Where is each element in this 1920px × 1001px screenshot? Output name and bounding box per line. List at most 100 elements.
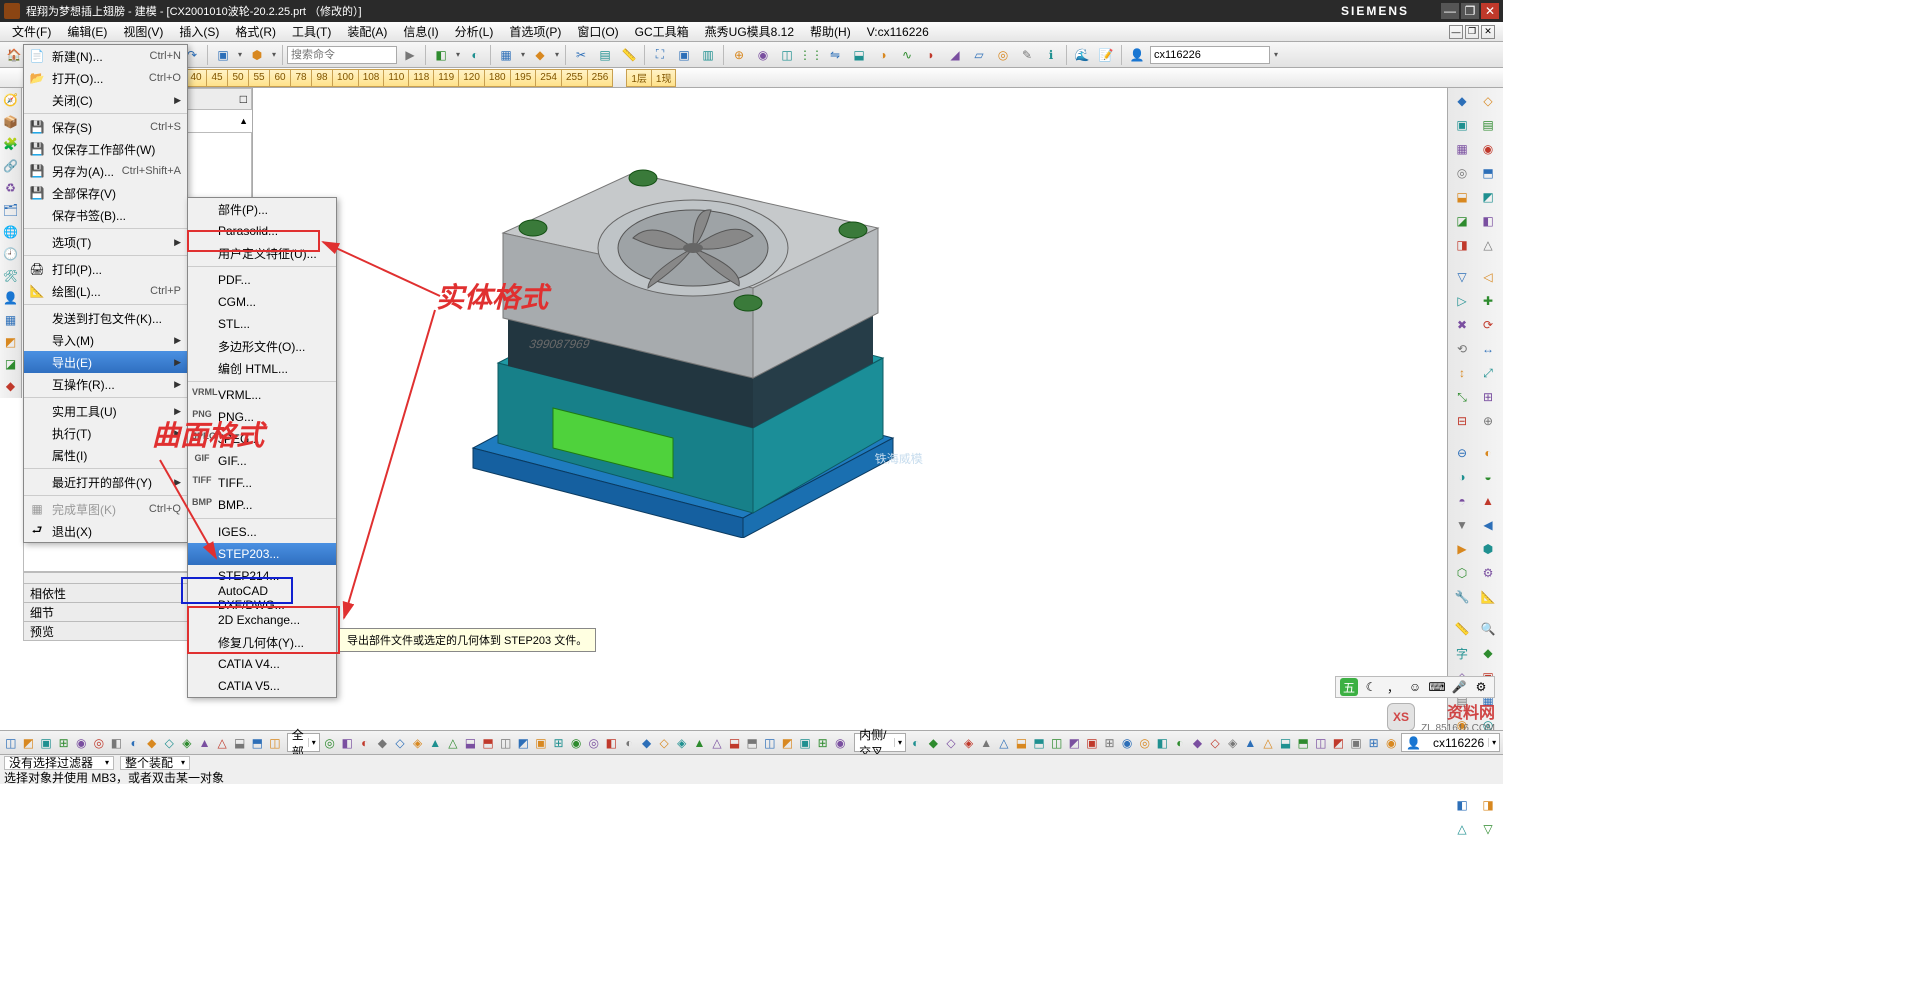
layer-button[interactable]: 40: [185, 69, 207, 87]
right-tool-icon[interactable]: ◆: [1476, 642, 1500, 664]
file-menu-item[interactable]: 📄新建(N)...Ctrl+N: [24, 45, 187, 67]
bottom-tool-icon[interactable]: ◧: [604, 733, 620, 753]
bottom-tool-icon[interactable]: ◉: [73, 733, 89, 753]
sweep-icon[interactable]: ∿: [896, 44, 918, 66]
export-menu-item[interactable]: IGES...: [188, 521, 336, 543]
export-menu-item[interactable]: CATIA V4...: [188, 653, 336, 675]
role-icon[interactable]: 👤: [1, 288, 21, 308]
bottom-tool-icon[interactable]: ◈: [1225, 733, 1241, 753]
bottom-tool-icon[interactable]: ◩: [515, 733, 531, 753]
layer-button[interactable]: 98: [311, 69, 333, 87]
right-tool-icon[interactable]: ▽: [1476, 818, 1500, 840]
bottom-tool-icon[interactable]: ▲: [197, 733, 213, 753]
box-icon[interactable]: ▣: [212, 44, 234, 66]
mdi-restore-button[interactable]: ❐: [1465, 25, 1479, 39]
layer-button[interactable]: 60: [269, 69, 291, 87]
export-menu-item[interactable]: Parasolid...: [188, 220, 336, 242]
layer-button[interactable]: 254: [535, 69, 562, 87]
bottom-tool-icon[interactable]: ▣: [38, 733, 54, 753]
menu-window[interactable]: 窗口(O): [569, 21, 626, 42]
bottom-tool-icon[interactable]: ◧: [109, 733, 125, 753]
right-tool-icon[interactable]: ⬡: [1450, 562, 1474, 584]
view-icon[interactable]: ▣: [673, 44, 695, 66]
bottom-tool-icon[interactable]: ◩: [1331, 733, 1347, 753]
ime-mic-icon[interactable]: 🎤: [1450, 678, 1468, 696]
right-tool-icon[interactable]: ◀: [1476, 514, 1500, 536]
history-icon[interactable]: 🕘: [1, 244, 21, 264]
mirror-icon[interactable]: ⇋: [824, 44, 846, 66]
file-menu-item[interactable]: 互操作(R)...▶: [24, 373, 187, 395]
bottom-tool-icon[interactable]: ◈: [674, 733, 690, 753]
bottom-tool-icon[interactable]: ◉: [568, 733, 584, 753]
bottom-tool-icon[interactable]: ◫: [1049, 733, 1065, 753]
menu-analysis[interactable]: 分析(L): [447, 21, 502, 42]
right-tool-icon[interactable]: ⟳: [1476, 314, 1500, 336]
bottom-tool-icon[interactable]: ◈: [961, 733, 977, 753]
export-menu-item[interactable]: 2D Exchange...: [188, 609, 336, 631]
bottom-tool-icon[interactable]: ◐: [1172, 733, 1188, 753]
boolean-icon[interactable]: ⊕: [728, 44, 750, 66]
draft-icon[interactable]: ▱: [968, 44, 990, 66]
layer-button[interactable]: 119: [433, 69, 459, 87]
export-menu-item[interactable]: VRMLVRML...: [188, 384, 336, 406]
bottom-tool-icon[interactable]: ◫: [498, 733, 514, 753]
bottom-tool-icon[interactable]: △: [214, 733, 230, 753]
export-menu-item[interactable]: CGM...: [188, 291, 336, 313]
snap-combo[interactable]: 内侧/交叉▾: [854, 733, 906, 752]
file-menu-item[interactable]: 💾保存(S)Ctrl+S: [24, 116, 187, 138]
layer-mode-button[interactable]: 1层: [626, 69, 652, 87]
export-menu-item[interactable]: PDF...: [188, 269, 336, 291]
right-tool-icon[interactable]: ▣: [1450, 114, 1474, 136]
export-menu-item[interactable]: STEP203...: [188, 543, 336, 565]
right-tool-icon[interactable]: △: [1450, 818, 1474, 840]
menu-tools[interactable]: 工具(T): [284, 21, 339, 42]
bottom-tool-icon[interactable]: ◎: [322, 733, 338, 753]
bottom-tool-icon[interactable]: ▣: [1084, 733, 1100, 753]
bottom-tool-icon[interactable]: △: [996, 733, 1012, 753]
bottom-tool-icon[interactable]: ⬓: [232, 733, 248, 753]
bottom-tool-icon[interactable]: ◐: [126, 733, 142, 753]
reuse-icon[interactable]: ♻: [1, 178, 21, 198]
file-menu-item[interactable]: 导出(E)▶: [24, 351, 187, 373]
layer-button[interactable]: 50: [227, 69, 249, 87]
right-tool-icon[interactable]: ▶: [1450, 538, 1474, 560]
right-tool-icon[interactable]: ◎: [1450, 162, 1474, 184]
bottom-tool-icon[interactable]: ⊞: [56, 733, 72, 753]
bottom-tool-icon[interactable]: ⊞: [1102, 733, 1118, 753]
file-menu-item[interactable]: ⮐退出(X): [24, 520, 187, 542]
info-icon[interactable]: ℹ: [1040, 44, 1062, 66]
right-tool-icon[interactable]: ⊕: [1476, 410, 1500, 432]
menu-gc[interactable]: GC工具箱: [627, 21, 697, 42]
more3-icon[interactable]: ◪: [1, 354, 21, 374]
right-tool-icon[interactable]: 📐: [1476, 586, 1500, 608]
right-tool-icon[interactable]: ⤡: [1450, 386, 1474, 408]
right-tool-icon[interactable]: ✖: [1450, 314, 1474, 336]
bottom-tool-icon[interactable]: ◎: [91, 733, 107, 753]
bottom-tool-icon[interactable]: ◆: [639, 733, 655, 753]
bottom-tool-icon[interactable]: ◇: [1207, 733, 1223, 753]
part-nav-icon[interactable]: 📦: [1, 112, 21, 132]
right-tool-icon[interactable]: 字: [1450, 642, 1474, 664]
bottom-tool-icon[interactable]: ⬒: [1031, 733, 1047, 753]
right-tool-icon[interactable]: ⬒: [1476, 162, 1500, 184]
shade-icon[interactable]: ◐: [464, 44, 486, 66]
user-field[interactable]: [1150, 46, 1270, 64]
file-menu-item[interactable]: 🖨打印(P)...: [24, 258, 187, 280]
bottom-tool-icon[interactable]: ◐: [908, 733, 924, 753]
wave-icon[interactable]: 🌊: [1071, 44, 1093, 66]
cube-icon[interactable]: ⬢: [246, 44, 268, 66]
bottom-tool-icon[interactable]: ⬓: [463, 733, 479, 753]
file-menu-item[interactable]: 📐绘图(L)...Ctrl+P: [24, 280, 187, 302]
bottom-tool-icon[interactable]: ◐: [621, 733, 637, 753]
bottom-tool-icon[interactable]: ▣: [533, 733, 549, 753]
right-tool-icon[interactable]: ◨: [1450, 234, 1474, 256]
bottom-tool-icon[interactable]: △: [709, 733, 725, 753]
ime-comma-icon[interactable]: ，: [1384, 678, 1402, 696]
solid-filter-combo[interactable]: 全部▾: [287, 733, 320, 752]
mdi-minimize-button[interactable]: —: [1449, 25, 1463, 39]
menu-yanxiu[interactable]: 燕秀UG模具8.12: [697, 21, 802, 42]
file-menu-item[interactable]: 保存书签(B)...: [24, 204, 187, 226]
right-tool-icon[interactable]: ◁: [1476, 266, 1500, 288]
bottom-tool-icon[interactable]: ▲: [692, 733, 708, 753]
bottom-tool-icon[interactable]: △: [1260, 733, 1276, 753]
